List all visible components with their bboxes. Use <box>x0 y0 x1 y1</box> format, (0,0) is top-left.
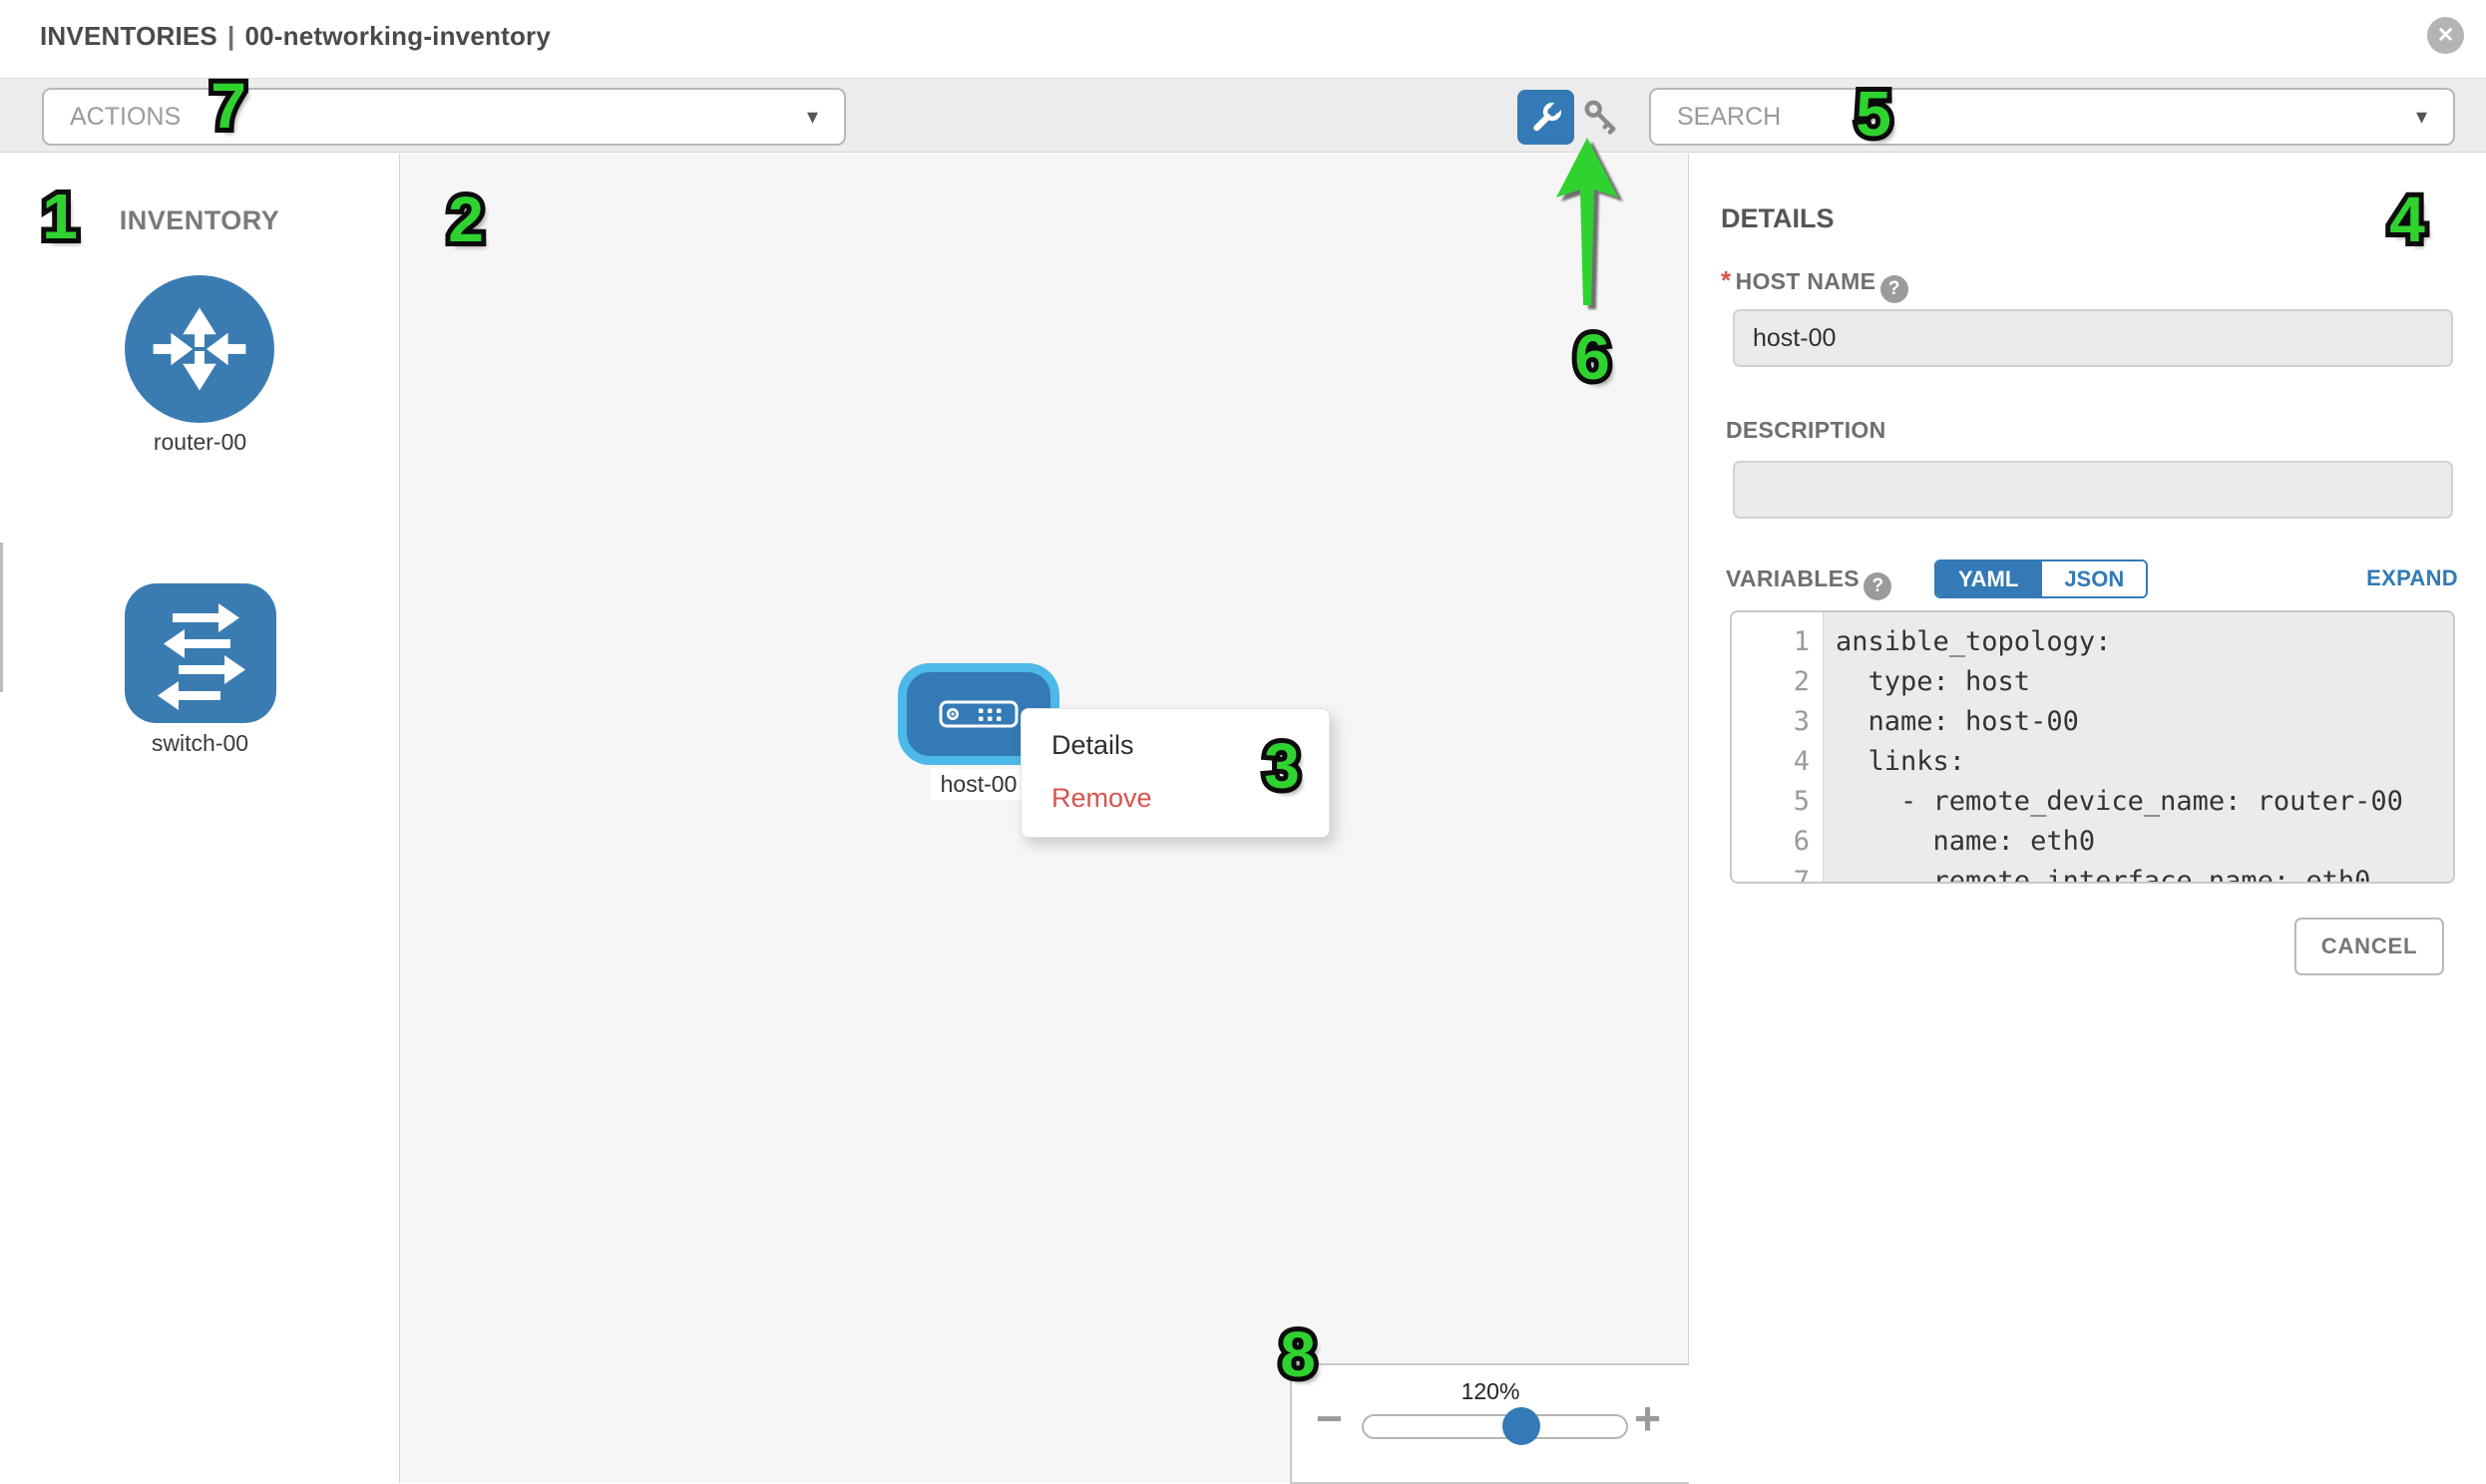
line-number: 2 <box>1732 662 1824 702</box>
palette-item-switch-label: switch-00 <box>0 730 400 757</box>
variables-label-row: VARIABLES ? <box>1726 565 1891 600</box>
annotation-6: 6 <box>1574 320 1610 394</box>
host-name-input[interactable] <box>1733 309 2453 367</box>
zoom-out-button[interactable]: − <box>1316 1395 1343 1441</box>
required-asterisk: * <box>1721 265 1731 295</box>
annotation-8: 8 <box>1280 1317 1316 1391</box>
details-panel: DETAILS * HOST NAME ? DESCRIPTION VARIAB… <box>1690 154 2486 1483</box>
help-question-icon[interactable]: ? <box>1880 275 1908 303</box>
code-lines: 1ansible_topology: 2 type: host 3 name: … <box>1732 622 2453 884</box>
close-icon: ✕ <box>2437 23 2455 48</box>
line-text: ansible_topology: <box>1824 622 2111 662</box>
annotation-7: 7 <box>210 69 246 143</box>
line-number: 5 <box>1732 782 1824 822</box>
variables-label: VARIABLES <box>1726 565 1860 591</box>
line-number: 7 <box>1732 862 1824 884</box>
tools-button[interactable] <box>1517 90 1574 145</box>
host-name-field-label-row: * HOST NAME ? <box>1721 265 1908 303</box>
line-text: links: <box>1824 742 1965 782</box>
window-edge-scrollbar[interactable] <box>0 543 3 692</box>
topology-editor-window: INVENTORIES|00-networking-inventory ✕ AC… <box>0 0 2486 1483</box>
zoom-slider-handle[interactable] <box>1502 1407 1540 1445</box>
actions-dropdown[interactable]: ACTIONS ▾ <box>42 88 846 146</box>
chevron-down-icon: ▾ <box>2416 104 2427 130</box>
chevron-down-icon: ▾ <box>807 104 818 130</box>
breadcrumb: INVENTORIES|00-networking-inventory <box>40 21 551 52</box>
description-label: DESCRIPTION <box>1726 417 1885 444</box>
json-toggle-button[interactable]: JSON <box>2040 561 2146 596</box>
code-line: 7 remote_interface_name: eth0 <box>1732 862 2453 884</box>
annotation-4: 4 <box>2389 183 2425 256</box>
host-node-label: host-00 <box>931 769 1028 800</box>
code-line: 5 - remote_device_name: router-00 <box>1732 782 2453 822</box>
switch-icon <box>125 583 276 723</box>
wrench-icon <box>1528 100 1564 136</box>
help-question-icon[interactable]: ? <box>1864 572 1891 600</box>
line-text: name: eth0 <box>1824 822 2095 862</box>
code-line: 2 type: host <box>1732 662 2453 702</box>
search-dropdown[interactable]: SEARCH ▾ <box>1649 88 2455 146</box>
details-heading: DETAILS <box>1721 203 1835 234</box>
breadcrumb-section[interactable]: INVENTORIES <box>40 21 217 51</box>
line-number: 6 <box>1732 822 1824 862</box>
host-icon <box>939 700 1019 728</box>
router-icon <box>125 275 274 423</box>
zoom-slider-track[interactable] <box>1362 1414 1628 1439</box>
line-number: 3 <box>1732 702 1824 742</box>
search-placeholder: SEARCH <box>1677 103 1781 132</box>
description-input[interactable] <box>1733 461 2453 519</box>
line-text: remote_interface_name: eth0 <box>1824 862 2370 884</box>
line-text: type: host <box>1824 662 2030 702</box>
line-number: 1 <box>1732 622 1824 662</box>
annotation-1: 1 <box>42 180 78 253</box>
zoom-in-button[interactable]: + <box>1634 1395 1661 1441</box>
actions-dropdown-placeholder: ACTIONS <box>70 103 181 132</box>
variables-code-editor[interactable]: 1ansible_topology: 2 type: host 3 name: … <box>1730 610 2455 884</box>
palette-item-router[interactable] <box>125 275 274 423</box>
code-line: 1ansible_topology: <box>1732 622 2453 662</box>
variables-format-toggle: YAML JSON <box>1934 559 2148 598</box>
code-line: 3 name: host-00 <box>1732 702 2453 742</box>
palette-item-router-label: router-00 <box>0 429 400 456</box>
zoom-control: 120% − + <box>1290 1363 1689 1484</box>
breadcrumb-divider: | <box>217 21 244 51</box>
code-line: 6 name: eth0 <box>1732 822 2453 862</box>
inventory-palette-sidebar: INVENTORY router-00 <box>0 154 400 1483</box>
close-button[interactable]: ✕ <box>2427 17 2464 54</box>
line-number: 4 <box>1732 742 1824 782</box>
key-icon <box>1581 97 1623 139</box>
annotation-2: 2 <box>448 183 484 256</box>
annotation-3: 3 <box>1264 729 1300 803</box>
expand-link[interactable]: EXPAND <box>2366 565 2458 591</box>
annotation-arrow-up <box>1556 138 1618 309</box>
toolbar: ACTIONS ▾ SEARCH ▾ <box>0 78 2486 153</box>
header-bar: INVENTORIES|00-networking-inventory ✕ <box>0 0 2486 78</box>
line-text: name: host-00 <box>1824 702 2079 742</box>
breadcrumb-inventory-name: 00-networking-inventory <box>244 21 551 51</box>
annotation-5: 5 <box>1856 77 1891 151</box>
host-name-label: HOST NAME <box>1736 268 1876 294</box>
cancel-button[interactable]: CANCEL <box>2294 918 2444 975</box>
zoom-level-label: 120% <box>1292 1378 1689 1405</box>
credentials-key-button[interactable] <box>1577 90 1627 145</box>
line-text: - remote_device_name: router-00 <box>1824 782 2403 822</box>
yaml-toggle-button[interactable]: YAML <box>1936 561 2040 596</box>
palette-item-switch[interactable] <box>125 583 276 723</box>
code-line: 4 links: <box>1732 742 2453 782</box>
